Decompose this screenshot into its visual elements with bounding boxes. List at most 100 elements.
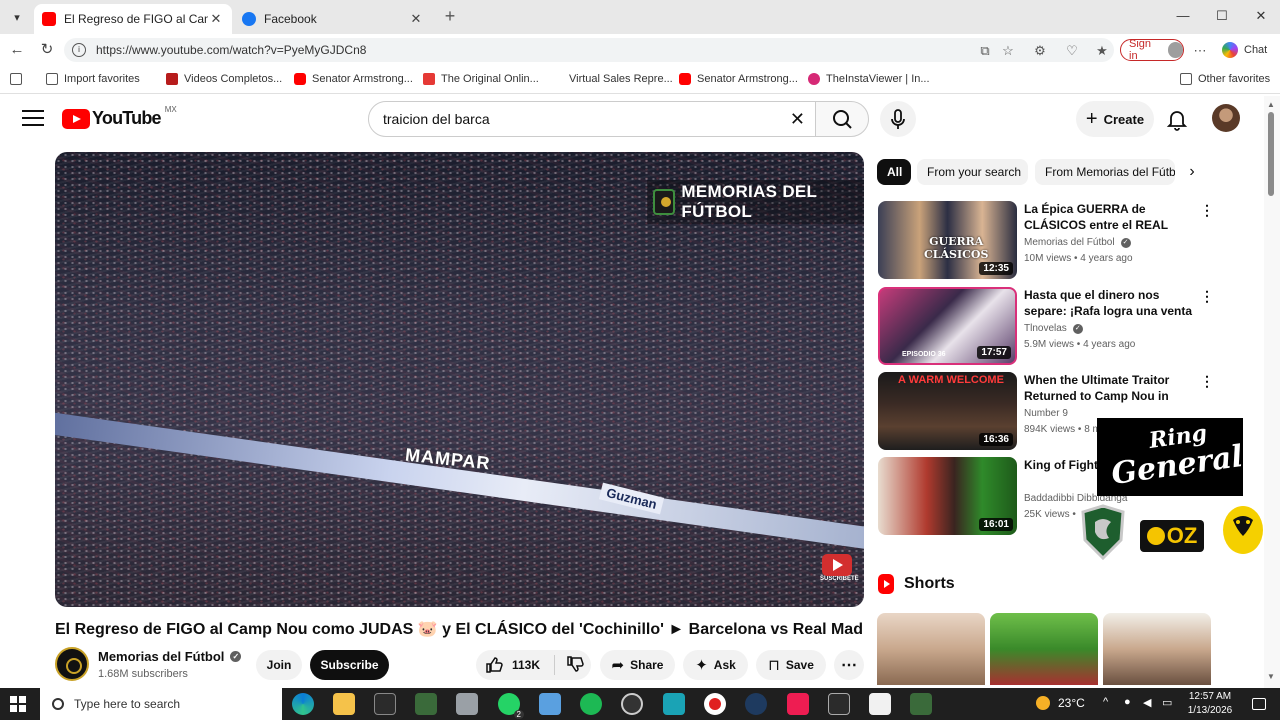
recommendation-item[interactable]: EPISODIO 36 17:57 Hasta que el dinero no… (878, 287, 1228, 365)
more-vertical-icon[interactable]: ⋮ (1200, 203, 1214, 217)
more-actions-button[interactable]: ⋯ (834, 650, 864, 680)
short-thumbnail[interactable] (990, 613, 1098, 685)
scroll-up-icon[interactable]: ▲ (1267, 100, 1275, 109)
chip-all[interactable]: All (877, 159, 911, 185)
bookmark-bar-toggle[interactable] (10, 73, 28, 85)
favorites-icon[interactable]: ★ (1094, 43, 1110, 59)
bookmark-import-favorites[interactable]: Import favorites (46, 73, 140, 85)
close-window-button[interactable]: ✕ (1246, 4, 1276, 28)
minimize-button[interactable]: — (1168, 4, 1198, 28)
maximize-button[interactable]: ☐ (1207, 4, 1237, 28)
subscribe-watermark[interactable]: SUSCRIBETE (820, 554, 859, 588)
browser-essentials-icon[interactable]: ♡ (1064, 43, 1080, 59)
app-icon[interactable] (745, 693, 767, 715)
bookmark-senator-armstrong-1[interactable]: Senator Armstrong... (294, 73, 413, 85)
scrollbar-thumb[interactable] (1268, 112, 1274, 196)
subscribe-button[interactable]: Subscribe (310, 650, 389, 680)
search-input[interactable]: traicion del barca ✕ (368, 101, 816, 137)
notifications-button[interactable] (1163, 105, 1191, 133)
short-thumbnail[interactable] (1103, 613, 1211, 685)
app-icon[interactable] (456, 693, 478, 715)
voice-search-button[interactable] (880, 101, 916, 137)
refresh-button[interactable]: ↻ (36, 39, 58, 61)
video-player[interactable]: MAMPAR Guzman MEMORIAS DEL FÚTBOL SUSCRI… (55, 152, 864, 607)
search-button[interactable] (815, 101, 869, 137)
copilot-chat-button[interactable]: Chat (1222, 42, 1267, 58)
menu-icon[interactable] (22, 110, 44, 126)
other-favorites-folder[interactable]: Other favorites (1180, 73, 1270, 85)
scroll-down-icon[interactable]: ▼ (1267, 672, 1275, 681)
video-thumbnail[interactable]: GUERRA CLÁSICOS 12:35 (878, 201, 1017, 279)
recommendation-title[interactable]: When the Ultimate Traitor Returned to Ca… (1024, 372, 1194, 406)
channel-name[interactable]: Memorias del Fútbol ✓ (98, 649, 242, 664)
chevron-right-icon[interactable]: › (1182, 162, 1202, 182)
file-explorer-icon[interactable] (333, 693, 355, 715)
like-button[interactable]: 113K (484, 655, 540, 675)
recommendation-title[interactable]: La Épica GUERRA de CLÁSICOS entre el REA… (1024, 201, 1194, 235)
tab-facebook[interactable]: Facebook ✕ (234, 4, 432, 34)
recommendation-title[interactable]: Hasta que el dinero nos separe: ¡Rafa lo… (1024, 287, 1194, 321)
clock[interactable]: 12:57 AM 1/13/2026 (1180, 690, 1240, 718)
speaker-icon[interactable]: ◀ (1143, 696, 1151, 709)
edge-browser-icon[interactable] (292, 693, 314, 715)
tab-youtube-video[interactable]: El Regreso de FIGO al Camp Nou como JUDA… (34, 4, 232, 34)
audio-app-icon[interactable] (828, 693, 850, 715)
app-available-icon[interactable]: ⧉ (977, 43, 993, 59)
notepad-icon[interactable] (869, 693, 891, 715)
signin-button[interactable]: Sign in (1120, 38, 1184, 62)
recommendation-channel[interactable]: Number 9 (1024, 408, 1068, 419)
channel-avatar[interactable] (55, 647, 89, 681)
video-thumbnail[interactable]: A WARM WELCOME 16:36 (878, 372, 1017, 450)
chip-from-your-search[interactable]: From your search (917, 159, 1028, 185)
spotify-icon[interactable] (580, 693, 602, 715)
record-icon[interactable] (704, 693, 726, 715)
site-info-icon[interactable]: i (72, 43, 86, 57)
steam-icon[interactable] (621, 693, 643, 715)
tiktok-icon[interactable] (787, 693, 809, 715)
tray-chevron-icon[interactable]: ^ (1103, 696, 1108, 708)
app-icon[interactable] (663, 693, 685, 715)
video-thumbnail[interactable]: 16:01 (878, 457, 1017, 535)
create-button[interactable]: + Create (1076, 101, 1154, 137)
tab-actions-menu[interactable]: ▾ (6, 6, 28, 28)
recommendation-channel[interactable]: Tlnovelas ✓ (1024, 323, 1083, 334)
close-tab-icon[interactable]: ✕ (208, 11, 224, 27)
ask-button[interactable]: ✦ Ask (683, 650, 748, 680)
youtube-logo[interactable]: YouTube MX (62, 105, 177, 129)
url-field[interactable]: i https://www.youtube.com/watch?v=PyeMyG… (64, 38, 1114, 62)
back-button[interactable]: ← (6, 39, 28, 61)
dislike-button[interactable] (565, 654, 585, 677)
epic-games-icon[interactable] (374, 693, 396, 715)
chip-from-channel[interactable]: From Memorias del Fútbol (1035, 159, 1175, 185)
windows-start-icon[interactable] (10, 696, 26, 712)
account-avatar[interactable] (1212, 104, 1240, 132)
share-button[interactable]: ➦ Share (600, 650, 675, 680)
bookmark-theinstaviewer[interactable]: TheInstaViewer | In... (808, 73, 930, 85)
join-button[interactable]: Join (256, 650, 302, 680)
video-thumbnail[interactable]: EPISODIO 36 17:57 (878, 287, 1017, 365)
short-thumbnail[interactable] (877, 613, 985, 685)
whatsapp-icon[interactable]: 2 (498, 693, 524, 719)
app-icon[interactable] (539, 693, 561, 715)
bookmark-virtual-sales[interactable]: Virtual Sales Repre... (551, 73, 673, 85)
close-tab-icon[interactable]: ✕ (408, 11, 424, 27)
more-vertical-icon[interactable]: ⋮ (1200, 289, 1214, 303)
app-icon[interactable] (910, 693, 932, 715)
weather-widget[interactable]: 23°C (1036, 696, 1085, 710)
app-icon[interactable] (415, 693, 437, 715)
clear-search-icon[interactable]: ✕ (790, 110, 805, 128)
bookmark-senator-armstrong-2[interactable]: Senator Armstrong... (679, 73, 798, 85)
recommendation-channel[interactable]: Memorias del Fútbol ✓ (1024, 237, 1131, 248)
more-options-icon[interactable]: ⋯ (1192, 43, 1208, 59)
extensions-icon[interactable]: ⚙ (1032, 43, 1048, 59)
network-icon[interactable]: ▭ (1162, 696, 1172, 709)
favorite-star-icon[interactable]: ☆ (1000, 43, 1016, 59)
recommendation-item[interactable]: GUERRA CLÁSICOS 12:35 La Épica GUERRA de… (878, 201, 1228, 279)
bookmark-original-online[interactable]: The Original Onlin... (423, 73, 539, 85)
notification-icon[interactable] (1252, 698, 1266, 710)
taskbar-search-input[interactable]: Type here to search (40, 688, 282, 720)
more-vertical-icon[interactable]: ⋮ (1200, 374, 1214, 388)
microphone-tray-icon[interactable]: ● (1124, 696, 1131, 708)
bookmark-videos-completos[interactable]: Videos Completos... (166, 73, 282, 85)
save-button[interactable]: ⊓ Save (756, 650, 826, 680)
